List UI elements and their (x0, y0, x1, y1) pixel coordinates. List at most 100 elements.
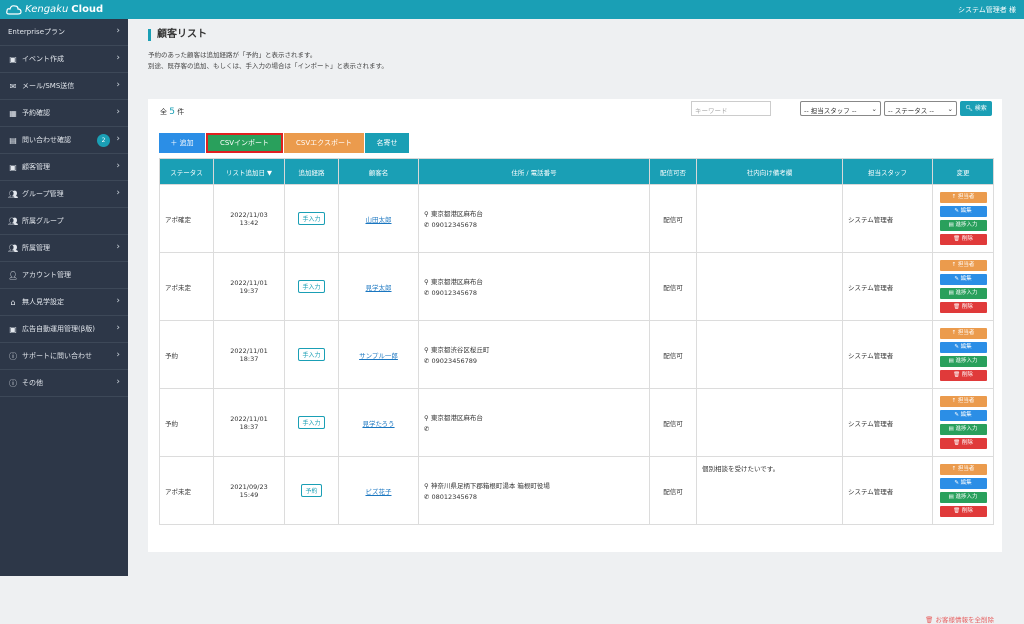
sidebar-item[interactable]: ▦ 予約確認 › (0, 100, 128, 127)
customer-name-link[interactable]: 見学太郎 (366, 284, 392, 292)
phone-value: 09023456789 (431, 357, 478, 365)
actions-cell: ↑ 担当者 ✎ 編集 ▤ 進捗入力 🗑 削除 (932, 320, 994, 389)
progress-input-button[interactable]: ▤ 進捗入力 (939, 492, 987, 503)
column-header[interactable]: リスト追加日 ▼ (213, 158, 285, 185)
route-badge: 手入力 (298, 416, 325, 429)
edit-button[interactable]: ✎ 編集 (939, 410, 987, 421)
name-cell: 山田太郎 (338, 184, 419, 253)
sidebar-item[interactable]: ▣ 顧客管理 › (0, 154, 128, 181)
add-button[interactable]: ＋ 追加 (159, 133, 205, 153)
delete-button-label: 削除 (961, 372, 973, 378)
delete-icon: 🗑 (953, 236, 962, 242)
phone-icon: ✆ (424, 289, 432, 297)
sidebar-item[interactable]: ✉ メール/SMS送信 › (0, 73, 128, 100)
address-cell: ⚲ 東京都港区麻布台 ✆ 09012345678 (418, 252, 650, 321)
edit-button[interactable]: ✎ 編集 (939, 478, 987, 489)
date-value: 2022/11/03 (230, 210, 268, 219)
status-cell: アポ未定 (159, 456, 214, 525)
edit-button[interactable]: ✎ 編集 (939, 206, 987, 217)
table-row: 予約 2022/11/01 18:37 手入力 見学たろう ⚲ 東京都港区麻布台 ✆ 配信可… (159, 388, 994, 457)
staff-cell: システム管理者 (842, 388, 933, 457)
sidebar-item[interactable]: ▣ 広告自動運用管理(β版) › (0, 316, 128, 343)
time-value: 15:49 (239, 490, 259, 499)
sidebar-item[interactable]: ⓘ その他 › (0, 370, 128, 397)
sidebar-item[interactable]: 👤︎ アカウント管理 (0, 262, 128, 289)
sidebar-item-label: 問い合わせ確認 (22, 136, 71, 144)
edit-button[interactable]: ✎ 編集 (939, 342, 987, 353)
status-select[interactable]: -- ステータス -- ⌄ (884, 101, 957, 116)
delete-button[interactable]: 🗑 削除 (939, 370, 987, 381)
csv-export-button[interactable]: CSVエクスポート (284, 133, 364, 153)
assign-staff-button[interactable]: ↑ 担当者 (939, 328, 987, 339)
logo[interactable]: Kengaku Cloud (6, 3, 103, 16)
progress-input-button[interactable]: ▤ 進捗入力 (939, 288, 987, 299)
progress-input-button[interactable]: ▤ 進捗入力 (939, 220, 987, 231)
customer-name-link[interactable]: ビズ花子 (366, 488, 392, 496)
phone-icon: ✆ (424, 493, 432, 501)
description-line-2: 別途、既存客の追加、もしくは、手入力の場合は「インポート」と表示されます。 (148, 62, 388, 70)
sidebar-item[interactable]: 👥︎ グループ管理 › (0, 181, 128, 208)
progress-input-button[interactable]: ▤ 進捗入力 (939, 424, 987, 435)
sidebar-item[interactable]: ⌂ 無人見学設定 › (0, 289, 128, 316)
keyword-input[interactable]: キーワード (691, 101, 771, 116)
memo-cell: 個別相談を受けたいです。 (696, 456, 843, 525)
delete-button[interactable]: 🗑 削除 (939, 302, 987, 313)
route-cell: 予約 (284, 456, 339, 525)
map-pin-icon: ⚲ (424, 414, 431, 422)
customer-name-link[interactable]: サンプル一郎 (359, 352, 398, 360)
delete-button[interactable]: 🗑 削除 (939, 438, 987, 449)
status-cell: アポ確定 (159, 184, 214, 253)
assign-staff-button-label: 担当者 (957, 330, 975, 336)
assign-staff-button[interactable]: ↑ 担当者 (939, 464, 987, 475)
sidebar-item[interactable]: ▣ イベント作成 › (0, 46, 128, 73)
memo-cell (696, 388, 843, 457)
table-header-row: ステータス リスト追加日 ▼ 追加経路 顧客名 住所 / 電話番号 配信可否 社内向け備考欄… (159, 158, 994, 185)
route-cell: 手入力 (284, 320, 339, 389)
route-badge: 手入力 (298, 280, 325, 293)
staff-cell: システム管理者 (842, 320, 933, 389)
date-value: 2021/09/23 (230, 482, 268, 491)
time-value: 18:37 (239, 422, 259, 431)
assign-staff-button[interactable]: ↑ 担当者 (939, 260, 987, 271)
sidebar-item[interactable]: ⓘ サポートに問い合わせ › (0, 343, 128, 370)
delete-button[interactable]: 🗑 削除 (939, 506, 987, 517)
sidebar-item[interactable]: 👥︎ 所属グループ (0, 208, 128, 235)
date-value: 2022/11/01 (230, 346, 268, 355)
phone-line: ✆ 08012345678 (424, 493, 644, 501)
edit-button-label: 編集 (960, 276, 972, 282)
sidebar-item[interactable]: Enterpriseプラン › (0, 19, 128, 46)
count-suffix: 件 (177, 108, 185, 116)
delete-button-label: 削除 (961, 236, 973, 242)
assign-staff-button[interactable]: ↑ 担当者 (939, 396, 987, 407)
route-cell: 手入力 (284, 388, 339, 457)
delete-button[interactable]: 🗑 削除 (939, 234, 987, 245)
staff-select[interactable]: -- 担当スタッフ -- ⌄ (800, 101, 881, 116)
users-icon: 👥︎ (8, 189, 19, 199)
count-prefix: 全 (160, 108, 167, 116)
sidebar-item[interactable]: ▤ 問い合わせ確認 2 › (0, 127, 128, 154)
user-menu[interactable]: システム管理者 様 (958, 5, 1016, 15)
info-icon: ⓘ (9, 351, 17, 361)
time-value: 18:37 (239, 354, 259, 363)
image-icon: ▣ (9, 54, 17, 64)
name-merge-button[interactable]: 名寄せ (365, 133, 409, 153)
customer-name-link[interactable]: 山田太郎 (366, 216, 392, 224)
csv-import-button[interactable]: CSVインポート (206, 133, 283, 153)
edit-button[interactable]: ✎ 編集 (939, 274, 987, 285)
column-header: 配信可否 (649, 158, 697, 185)
progress-input-button[interactable]: ▤ 進捗入力 (939, 356, 987, 367)
chevron-right-icon: › (116, 350, 120, 360)
sidebar-item[interactable]: 👥︎ 所属管理 › (0, 235, 128, 262)
assign-staff-button[interactable]: ↑ 担当者 (939, 192, 987, 203)
delete-all-link[interactable]: 🗑 お客様情報を全削除 (925, 614, 994, 624)
map-pin-icon: ⚲ (424, 210, 431, 218)
search-button[interactable]: 🔍︎ 検索 (960, 101, 992, 116)
status-cell: 予約 (159, 388, 214, 457)
chevron-right-icon: › (116, 323, 120, 333)
customer-name-link[interactable]: 見学たろう (362, 420, 394, 428)
progress-input-button-label: 進捗入力 (955, 494, 978, 500)
search-icon: 🔍︎ (965, 105, 973, 112)
assign-staff-button-label: 担当者 (957, 262, 975, 268)
assign-staff-button-label: 担当者 (957, 466, 975, 472)
date-cell: 2021/09/23 15:49 (213, 456, 285, 525)
